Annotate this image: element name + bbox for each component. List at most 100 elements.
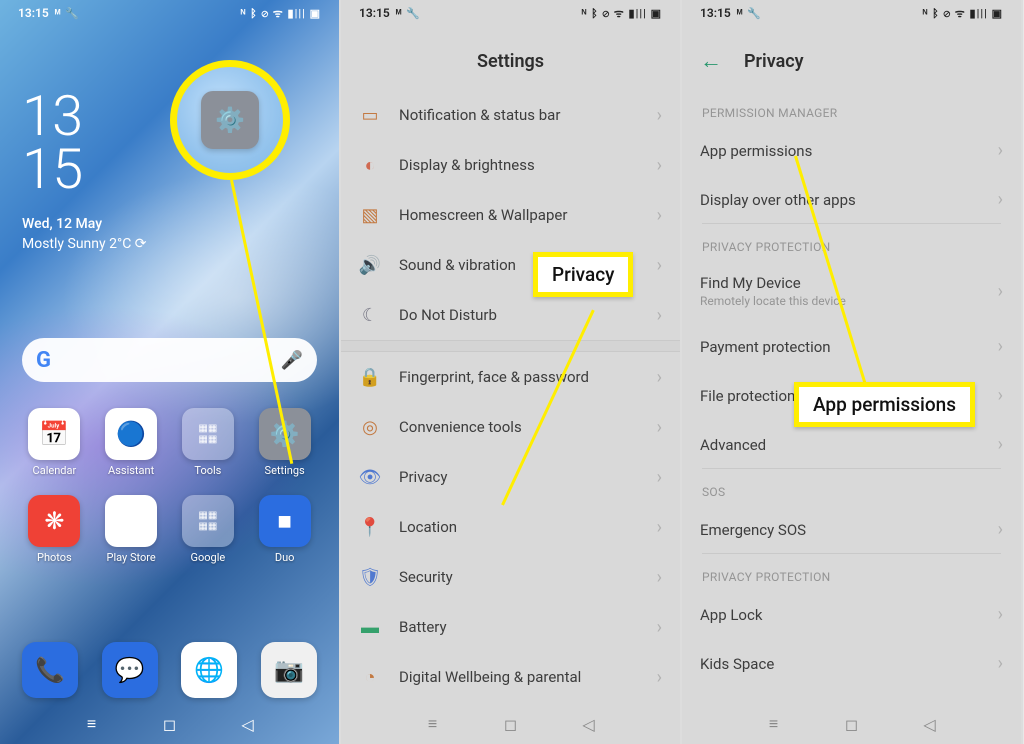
phone-icon[interactable]: 📞 bbox=[22, 642, 78, 698]
row-notification-status-bar[interactable]: ▭ Notification & status bar › bbox=[341, 90, 680, 140]
messages-icon[interactable]: 💬 bbox=[102, 642, 158, 698]
section-privacy-protection-2: PRIVACY PROTECTION bbox=[682, 554, 1021, 590]
lock-icon: 🔒 bbox=[359, 366, 381, 388]
app-label: Settings bbox=[265, 464, 305, 477]
status-icons-left: ᴹ 🔧 bbox=[737, 7, 762, 20]
row-homescreen-wallpaper[interactable]: ▧ Homescreen & Wallpaper › bbox=[341, 190, 680, 240]
row-label: Homescreen & Wallpaper bbox=[399, 206, 639, 224]
app-google-folder[interactable]: ▦▦▦▦ Google bbox=[176, 495, 241, 564]
system-nav-bar: ≡ ◻ ◁ bbox=[341, 704, 680, 744]
nav-menu-icon[interactable]: ≡ bbox=[83, 717, 101, 731]
row-label: Emergency SOS bbox=[700, 521, 980, 539]
row-display-brightness[interactable]: ◐ Display & brightness › bbox=[341, 140, 680, 190]
row-label: Payment protection bbox=[700, 338, 980, 356]
chrome-icon[interactable]: 🌐 bbox=[181, 642, 237, 698]
nav-home-icon[interactable]: ◻ bbox=[843, 717, 861, 731]
nav-home-icon[interactable]: ◻ bbox=[161, 717, 179, 731]
nav-menu-icon[interactable]: ≡ bbox=[765, 717, 783, 731]
row-label: App Lock bbox=[700, 606, 980, 624]
row-fingerprint-face-password[interactable]: 🔒 Fingerprint, face & password › bbox=[341, 352, 680, 402]
clock-minute: 15 bbox=[22, 143, 82, 196]
chevron-right-icon: › bbox=[998, 653, 1003, 674]
nav-back-icon[interactable]: ◁ bbox=[580, 717, 598, 731]
gear-icon: ⚙️ bbox=[201, 91, 259, 149]
row-emergency-sos[interactable]: Emergency SOS › bbox=[682, 505, 1021, 554]
row-location[interactable]: 📍 Location › bbox=[341, 502, 680, 552]
chevron-right-icon: › bbox=[998, 336, 1003, 357]
row-security[interactable]: 🛡 Security › bbox=[341, 552, 680, 602]
shield-icon: 🛡 bbox=[359, 566, 381, 588]
notification-icon: ▭ bbox=[359, 104, 381, 126]
chevron-right-icon: › bbox=[657, 255, 662, 276]
settings-header: Settings bbox=[341, 36, 680, 86]
status-icons-right: ᴺ ᛒ ⊘ ᯤ ▮||| ▣ bbox=[241, 6, 321, 21]
chevron-right-icon: › bbox=[998, 281, 1003, 302]
camera-icon[interactable]: 📷 bbox=[261, 642, 317, 698]
status-bar: 13:15 ᴹ 🔧 ᴺ ᛒ ⊘ ᯤ ▮||| ▣ bbox=[682, 0, 1021, 26]
callout-privacy: Privacy bbox=[533, 252, 633, 297]
row-battery[interactable]: ▬ Battery › bbox=[341, 602, 680, 652]
app-photos[interactable]: ❋ Photos bbox=[22, 495, 87, 564]
settings-list[interactable]: ▭ Notification & status bar › ◐ Display … bbox=[341, 90, 680, 702]
app-label: Assistant bbox=[108, 464, 154, 477]
row-label: Convenience tools bbox=[399, 418, 639, 436]
row-label: Find My Device bbox=[700, 274, 980, 292]
home-app-grid: 📅 Calendar 🔵 Assistant ▦▦▦▦ Tools ⚙️ Set… bbox=[22, 408, 317, 564]
callout-app-permissions: App permissions bbox=[794, 382, 975, 427]
home-weather[interactable]: Mostly Sunny 2°C ⟳ bbox=[22, 236, 147, 252]
row-convenience-tools[interactable]: ◎ Convenience tools › bbox=[341, 402, 680, 452]
row-kids-space[interactable]: Kids Space › bbox=[682, 639, 1021, 688]
folder-icon: ▦▦▦▦ bbox=[182, 408, 234, 460]
sound-icon: 🔊 bbox=[359, 254, 381, 276]
chevron-right-icon: › bbox=[998, 519, 1003, 540]
wellbeing-icon: ◔ bbox=[359, 666, 381, 688]
status-bar: 13:15 ᴹ 🔧 ᴺ ᛒ ⊘ ᯤ ▮||| ▣ bbox=[0, 0, 339, 26]
home-clock[interactable]: 13 15 bbox=[22, 90, 82, 196]
row-advanced[interactable]: Advanced › bbox=[682, 420, 1021, 469]
row-label: Notification & status bar bbox=[399, 106, 639, 124]
battery-icon: ▬ bbox=[359, 616, 381, 638]
nav-menu-icon[interactable]: ≡ bbox=[424, 717, 442, 731]
app-tools-folder[interactable]: ▦▦▦▦ Tools bbox=[176, 408, 241, 477]
wallpaper-icon: ▧ bbox=[359, 204, 381, 226]
chevron-right-icon: › bbox=[657, 467, 662, 488]
app-label: Photos bbox=[37, 551, 72, 564]
system-nav-bar: ≡ ◻ ◁ bbox=[682, 704, 1021, 744]
status-time: 13:15 bbox=[18, 6, 49, 20]
row-app-lock[interactable]: App Lock › bbox=[682, 590, 1021, 639]
row-label: Advanced bbox=[700, 436, 980, 454]
page-title: Privacy bbox=[744, 51, 804, 72]
app-playstore[interactable]: ▶ Play Store bbox=[99, 495, 164, 564]
settings-panel: 13:15 ᴹ 🔧 ᴺ ᛒ ⊘ ᯤ ▮||| ▣ Settings ▭ Noti… bbox=[341, 0, 682, 744]
row-find-my-device[interactable]: Find My Device Remotely locate this devi… bbox=[682, 260, 1021, 322]
tools-icon: ◎ bbox=[359, 416, 381, 438]
back-arrow-icon[interactable]: ← bbox=[700, 48, 722, 74]
app-assistant[interactable]: 🔵 Assistant bbox=[99, 408, 164, 477]
nav-back-icon[interactable]: ◁ bbox=[239, 717, 257, 731]
duo-icon: ■ bbox=[259, 495, 311, 547]
app-settings[interactable]: ⚙️ Settings bbox=[252, 408, 317, 477]
highlight-settings-circle: ⚙️ bbox=[170, 60, 290, 180]
chevron-right-icon: › bbox=[657, 205, 662, 226]
mic-icon[interactable]: 🎤 bbox=[281, 350, 303, 371]
row-label: Battery bbox=[399, 618, 639, 636]
row-label: App permissions bbox=[700, 142, 980, 160]
chevron-right-icon: › bbox=[998, 140, 1003, 161]
row-do-not-disturb[interactable]: ☾ Do Not Disturb › bbox=[341, 290, 680, 340]
row-digital-wellbeing[interactable]: ◔ Digital Wellbeing & parental › bbox=[341, 652, 680, 702]
row-display-over-apps[interactable]: Display over other apps › bbox=[682, 175, 1021, 224]
row-app-permissions[interactable]: App permissions › bbox=[682, 126, 1021, 175]
privacy-panel: 13:15 ᴹ 🔧 ᴺ ᛒ ⊘ ᯤ ▮||| ▣ ← Privacy PERMI… bbox=[682, 0, 1023, 744]
nav-home-icon[interactable]: ◻ bbox=[502, 717, 520, 731]
app-duo[interactable]: ■ Duo bbox=[252, 495, 317, 564]
chevron-right-icon: › bbox=[657, 305, 662, 326]
row-privacy[interactable]: 👁 Privacy › bbox=[341, 452, 680, 502]
folder-icon: ▦▦▦▦ bbox=[182, 495, 234, 547]
callout-text: Privacy bbox=[552, 263, 614, 286]
callout-text: App permissions bbox=[813, 393, 956, 416]
home-date[interactable]: Wed, 12 May bbox=[22, 216, 102, 232]
nav-back-icon[interactable]: ◁ bbox=[921, 717, 939, 731]
section-sos: SOS bbox=[682, 469, 1021, 505]
app-calendar[interactable]: 📅 Calendar bbox=[22, 408, 87, 477]
photos-icon: ❋ bbox=[28, 495, 80, 547]
